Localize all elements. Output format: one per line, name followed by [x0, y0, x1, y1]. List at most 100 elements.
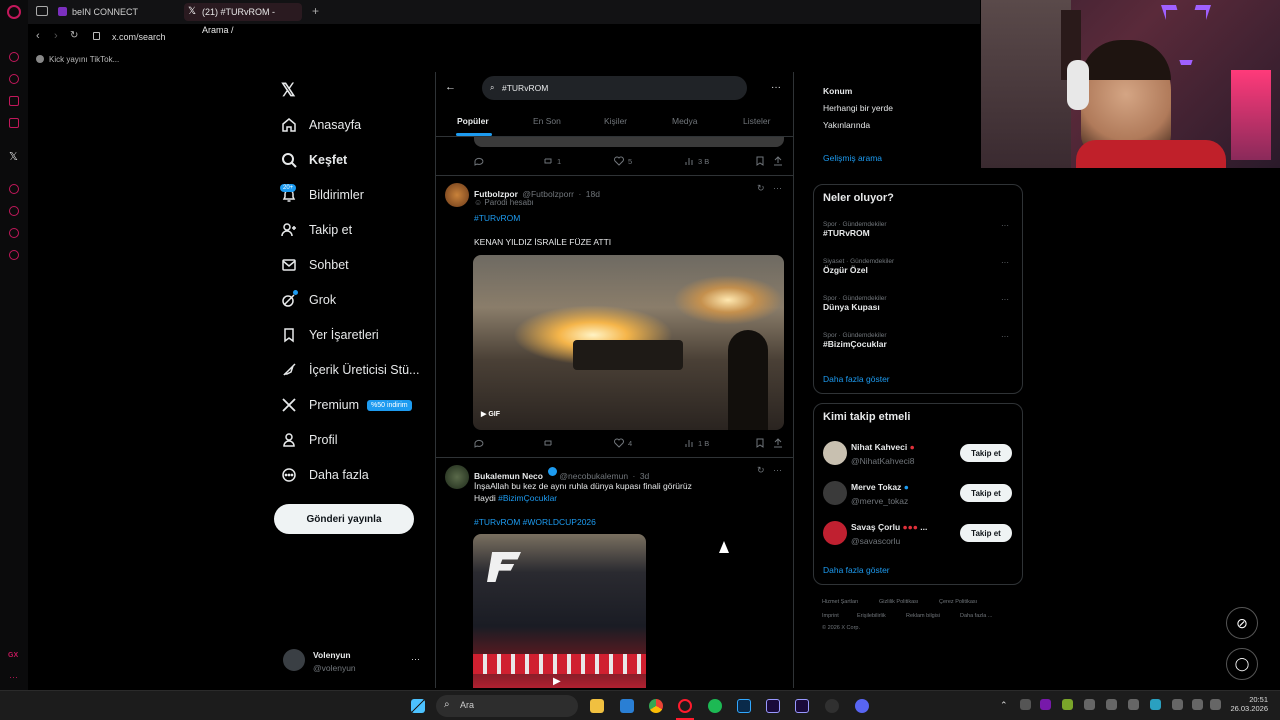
footer-link[interactable]: Reklam bilgisi — [906, 613, 940, 619]
tray-icon[interactable] — [1106, 699, 1117, 710]
media-encoder-icon[interactable] — [795, 699, 809, 713]
photoshop-icon[interactable] — [737, 699, 751, 713]
tweet-media-video[interactable]: ▶ — [473, 534, 646, 688]
location-nearby[interactable]: Yakınlarında — [823, 120, 870, 130]
new-tab-icon[interactable]: + — [312, 4, 319, 18]
nav-creator-studio[interactable]: İçerik Üreticisi Stü... — [281, 358, 419, 382]
grok-analyze-icon[interactable]: ↻ — [757, 465, 765, 476]
microphone-icon[interactable] — [1172, 699, 1183, 710]
nav-follow[interactable]: Takip et — [281, 218, 352, 242]
hashtag-link[interactable]: #WORLDCUP2026 — [523, 517, 596, 527]
tray-icon[interactable] — [1020, 699, 1031, 710]
trend-item[interactable]: Siyaset · Gündemdekiler Özgür Özel — [823, 258, 894, 275]
retweet-button[interactable] — [543, 438, 557, 448]
avatar[interactable] — [823, 521, 847, 545]
nav-profile[interactable]: Profil — [281, 428, 337, 452]
nav-explore[interactable]: Keşfet — [281, 148, 347, 172]
tray-icon[interactable] — [1084, 699, 1095, 710]
bookmark-item[interactable]: Kick yayını TikTok... — [49, 55, 119, 64]
post-button[interactable]: Gönderi yayınla — [274, 504, 414, 534]
clock[interactable]: 20:51 26.03.2026 — [1228, 695, 1268, 713]
opera-logo-icon[interactable] — [7, 5, 21, 19]
trend-item[interactable]: Spor · Gündemdekiler #BizimÇocuklar — [823, 332, 887, 349]
hashtag-link[interactable]: #TURvROM — [474, 212, 520, 224]
follow-button[interactable]: Takip et — [960, 484, 1012, 502]
url-text[interactable]: x.com/search — [112, 32, 166, 42]
tweet-media-gif[interactable]: ▶ GIF — [473, 255, 784, 430]
location-anywhere[interactable]: Herhangi bir yerde — [823, 103, 893, 113]
nav-home[interactable]: Anasayfa — [281, 113, 361, 137]
messages-float-button[interactable]: ◯ — [1226, 648, 1258, 680]
account-menu-icon[interactable]: ··· — [411, 654, 420, 664]
tab-bein[interactable]: beIN CONNECT — [54, 3, 178, 21]
tweet-time[interactable]: 18d — [586, 189, 600, 199]
avatar[interactable] — [283, 649, 305, 671]
reply-button[interactable] — [474, 438, 488, 448]
follow-suggestion-name[interactable]: Merve Tokaz ● — [851, 482, 909, 492]
trend-item[interactable]: Spor · Gündemdekiler Dünya Kupası — [823, 295, 887, 312]
bookmark-button[interactable] — [755, 156, 769, 166]
trend-more-icon[interactable]: ··· — [1001, 221, 1009, 230]
follow-suggestion-name[interactable]: Savaş Çorlu ●●● ... — [851, 522, 927, 532]
tab-latest[interactable]: En Son — [533, 116, 561, 126]
tab-people[interactable]: Kişiler — [604, 116, 627, 126]
x-sidebar-icon[interactable]: 𝕏 — [9, 150, 18, 163]
follow-suggestion-handle[interactable]: @merve_tokaz — [851, 496, 908, 506]
avatar[interactable] — [445, 183, 469, 207]
sidebar-app-icon[interactable] — [9, 184, 19, 194]
share-button[interactable] — [773, 438, 787, 448]
tweet-more-icon[interactable]: ··· — [773, 465, 782, 475]
trend-more-icon[interactable]: ··· — [1001, 258, 1009, 267]
bookmark-button[interactable] — [755, 438, 769, 448]
show-more-trends-link[interactable]: Daha fazla göster — [823, 374, 890, 384]
tray-expand-icon[interactable]: ⌃ — [1000, 700, 1008, 711]
nav-bookmarks[interactable]: Yer İşaretleri — [281, 323, 379, 347]
retweet-button[interactable]: 1 — [543, 156, 561, 166]
footer-link[interactable]: Erişilebilirlik — [857, 613, 886, 619]
taskbar-search[interactable]: ⌕ Ara — [436, 695, 578, 717]
discord-icon[interactable] — [855, 699, 869, 713]
volume-icon[interactable] — [1210, 699, 1221, 710]
views-button[interactable]: 3 B — [684, 156, 709, 166]
tray-icon[interactable] — [1062, 699, 1073, 710]
nav-messages[interactable]: Sohbet — [281, 253, 349, 277]
forward-icon[interactable]: › — [54, 30, 58, 42]
steam-icon[interactable] — [1128, 699, 1139, 710]
premiere-icon[interactable] — [766, 699, 780, 713]
settings-icon[interactable] — [9, 250, 19, 260]
nav-premium[interactable]: Premium %50 indirim — [281, 393, 412, 417]
share-button[interactable] — [773, 156, 787, 166]
follow-suggestion-handle[interactable]: @savascorlu — [851, 536, 900, 546]
hashtag-link[interactable]: #BizimÇocuklar — [498, 493, 557, 503]
tab-media[interactable]: Medya — [672, 116, 698, 126]
reload-icon[interactable]: ↻ — [70, 30, 78, 41]
tweet-more-icon[interactable]: ··· — [773, 183, 782, 193]
file-explorer-icon[interactable] — [590, 699, 604, 713]
follow-suggestion-handle[interactable]: @NihatKahveci8 — [851, 456, 914, 466]
nav-grok[interactable]: Grok — [281, 288, 336, 312]
tab-overview-icon[interactable] — [36, 6, 48, 16]
play-icon[interactable]: ▶ — [553, 676, 561, 687]
follow-button[interactable]: Takip et — [960, 444, 1012, 462]
follow-button[interactable]: Takip et — [960, 524, 1012, 542]
history-icon[interactable] — [9, 206, 19, 216]
media-preview[interactable] — [474, 137, 784, 147]
sidebar-app-icon[interactable] — [9, 118, 19, 128]
reply-button[interactable] — [474, 156, 488, 166]
spotify-icon[interactable] — [708, 699, 722, 713]
sidebar-app-icon[interactable] — [9, 228, 19, 238]
footer-link[interactable]: Daha fazla ... — [960, 613, 992, 619]
tab-lists[interactable]: Listeler — [743, 116, 770, 126]
avatar[interactable] — [445, 465, 469, 489]
wifi-icon[interactable] — [1192, 699, 1203, 710]
nav-more[interactable]: Daha fazla — [281, 463, 369, 487]
follow-suggestion-name[interactable]: Nihat Kahveci ● — [851, 442, 915, 452]
grok-float-button[interactable]: ⊘ — [1226, 607, 1258, 639]
footer-link[interactable]: Gizlilik Politikası — [879, 599, 918, 605]
trend-more-icon[interactable]: ··· — [1001, 332, 1009, 341]
avatar[interactable] — [823, 481, 847, 505]
trend-item[interactable]: Spor · Gündemdekiler #TURvROM — [823, 221, 887, 238]
sidebar-app-icon[interactable] — [9, 96, 19, 106]
advanced-search-link[interactable]: Gelişmiş arama — [823, 153, 882, 163]
sidebar-app-icon[interactable] — [9, 74, 19, 84]
